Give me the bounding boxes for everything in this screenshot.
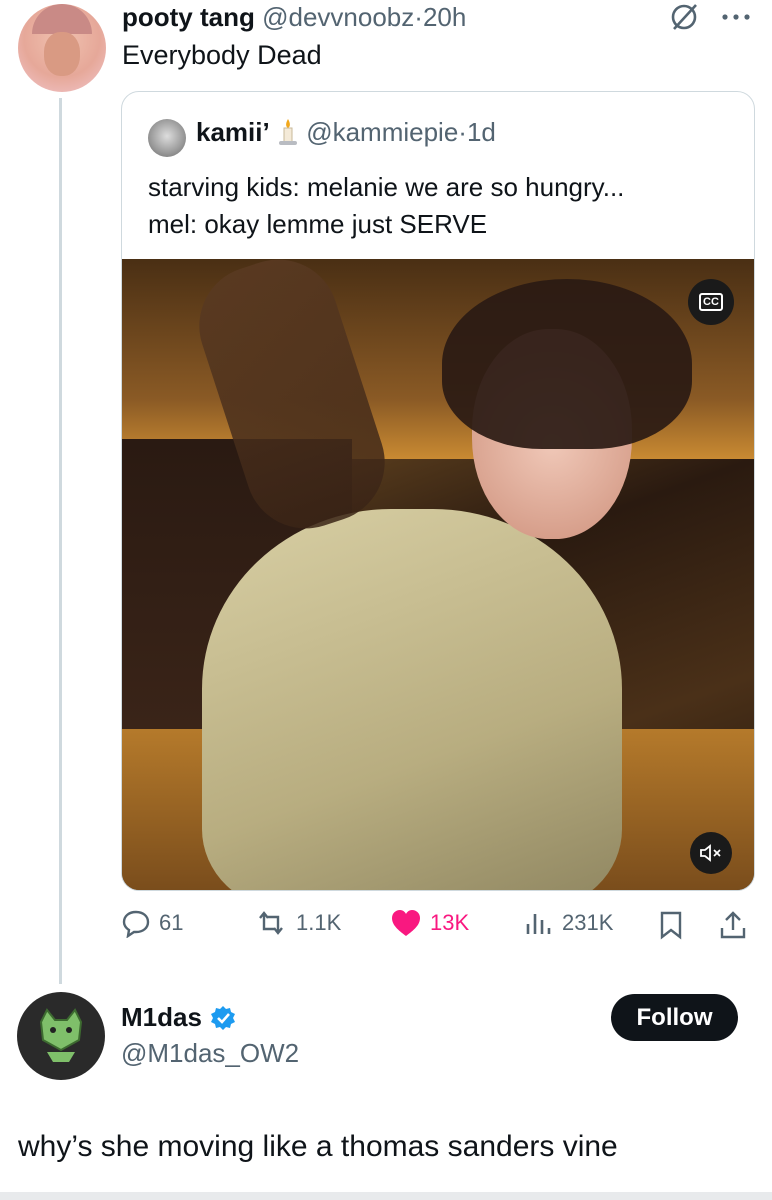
more-icon[interactable] [720, 8, 754, 26]
heart-icon [392, 910, 420, 936]
reply-handle[interactable]: @M1das_OW2 [121, 1038, 299, 1069]
reply-display-name[interactable]: M1das [121, 1002, 202, 1033]
person-body [202, 509, 622, 890]
handle[interactable]: @devvnoobz [262, 2, 414, 32]
follow-button[interactable]: Follow [611, 994, 738, 1041]
like-button[interactable]: 13K [390, 908, 469, 938]
cc-icon: CC [699, 293, 723, 311]
quoted-separator: · [458, 117, 467, 147]
like-count: 13K [430, 910, 470, 935]
video-player[interactable]: CC [122, 259, 754, 890]
quoted-text-line-2: mel: okay lemme just SERVE [148, 209, 488, 239]
quoted-handle: @kammiepie [306, 117, 459, 147]
thread-line [59, 98, 62, 984]
quoted-tweet-card[interactable]: kamii’ @kammiepie·1d starving kids: mela… [121, 91, 755, 891]
views-icon [526, 914, 551, 934]
quoted-timestamp: 1d [466, 117, 496, 147]
person-hair [442, 279, 692, 449]
avatar-pooty-tang[interactable] [18, 4, 106, 92]
mute-icon [700, 844, 721, 862]
views-button[interactable]: 231K [524, 908, 613, 938]
timestamp[interactable]: 20h [423, 2, 466, 32]
reply-text: why’s she moving like a thomas sanders v… [18, 1130, 618, 1163]
share-button[interactable] [718, 910, 748, 945]
avatar-m1das[interactable] [17, 992, 105, 1080]
share-icon [720, 911, 746, 939]
repost-count: 1.1K [296, 910, 342, 935]
repost-icon [259, 911, 283, 935]
repost-button[interactable]: 1.1K [254, 908, 341, 938]
avatar-kamii[interactable] [148, 119, 186, 157]
separator: · [414, 2, 423, 32]
cc-button[interactable]: CC [688, 279, 734, 325]
mute-button[interactable] [690, 832, 732, 874]
quoted-text-line-1: starving kids: melanie we are so hungry.… [148, 172, 625, 202]
bookmark-icon [660, 911, 682, 940]
candle-emoji [277, 117, 299, 147]
verified-icon [210, 1005, 235, 1030]
grok-icon[interactable] [668, 2, 702, 32]
bookmark-button[interactable] [658, 910, 684, 945]
quoted-display-name: kamii’ [196, 117, 270, 147]
reply-count: 61 [159, 910, 184, 935]
display-name[interactable]: pooty tang [122, 2, 255, 32]
tweet-text: Everybody Dead [122, 40, 322, 70]
bottom-divider [0, 1192, 772, 1200]
reply-button[interactable]: 61 [121, 908, 183, 938]
views-count: 231K [562, 910, 614, 935]
reply-icon [122, 910, 150, 938]
